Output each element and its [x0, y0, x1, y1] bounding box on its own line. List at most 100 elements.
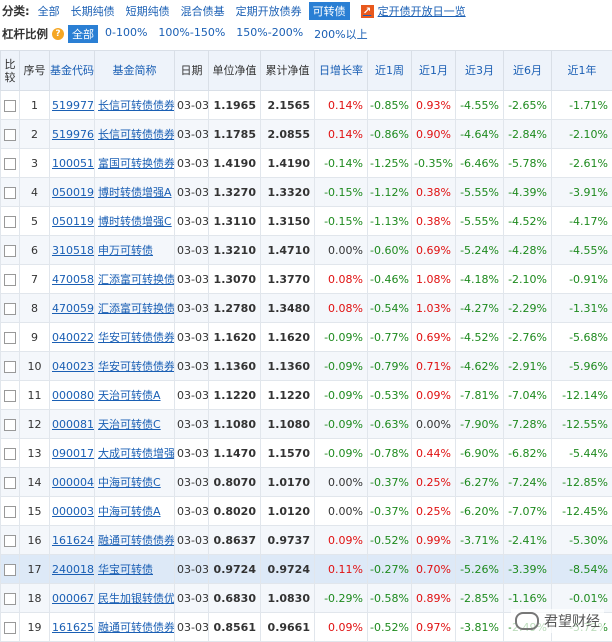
help-icon[interactable]: ? — [52, 28, 64, 40]
leverage-option[interactable]: 0-100% — [101, 25, 151, 43]
column-header[interactable]: 基金代码 — [50, 51, 95, 91]
6month-return-cell: -2.65% — [504, 91, 552, 120]
date-cell: 03-03 — [175, 149, 209, 178]
column-header[interactable]: 日增长率 — [315, 51, 368, 91]
fund-code-link[interactable]: 100051 — [52, 157, 94, 170]
daily-growth-cell: -0.29% — [315, 584, 368, 613]
fund-name-link[interactable]: 富国可转换债券 — [98, 157, 175, 170]
column-header[interactable]: 近1年 — [552, 51, 612, 91]
compare-checkbox[interactable] — [4, 129, 16, 141]
fund-code-link[interactable]: 000067 — [52, 592, 94, 605]
column-header: 累计净值 — [261, 51, 315, 91]
compare-checkbox[interactable] — [4, 274, 16, 286]
3month-return-cell: -5.55% — [456, 178, 504, 207]
leverage-option[interactable]: 150%-200% — [232, 25, 307, 43]
year-return-cell: -12.45% — [552, 497, 612, 526]
fund-name-link[interactable]: 华安可转债债券A — [98, 331, 175, 344]
compare-checkbox[interactable] — [4, 158, 16, 170]
compare-checkbox[interactable] — [4, 303, 16, 315]
category-option[interactable]: 全部 — [34, 2, 64, 20]
compare-checkbox[interactable] — [4, 564, 16, 576]
fund-code-link[interactable]: 240018 — [52, 563, 94, 576]
3month-return-cell: -4.52% — [456, 323, 504, 352]
fund-name-link[interactable]: 中海可转债C — [98, 476, 161, 489]
fund-name-link[interactable]: 申万可转债 — [98, 244, 153, 257]
6month-return-cell: -2.76% — [504, 323, 552, 352]
compare-checkbox[interactable] — [4, 506, 16, 518]
fund-name-link[interactable]: 天治可转债C — [98, 418, 161, 431]
fund-code-link[interactable]: 000004 — [52, 476, 94, 489]
leverage-option[interactable]: 100%-150% — [154, 25, 229, 43]
fund-code-link[interactable]: 040022 — [52, 331, 94, 344]
fund-code-link[interactable]: 470059 — [52, 302, 94, 315]
fund-code-cell: 470059 — [50, 294, 95, 323]
column-header[interactable]: 基金简称 — [95, 51, 175, 91]
compare-checkbox[interactable] — [4, 419, 16, 431]
column-header[interactable]: 近1周 — [368, 51, 412, 91]
open-day-link[interactable]: ↗ 定开债开放日一览 — [361, 3, 466, 19]
fund-code-link[interactable]: 161624 — [52, 534, 94, 547]
column-header[interactable]: 近3月 — [456, 51, 504, 91]
fund-name-link[interactable]: 汇添富可转换债券A — [98, 273, 175, 286]
fund-code-link[interactable]: 000080 — [52, 389, 94, 402]
fund-name-link[interactable]: 博时转债增强C — [98, 215, 172, 228]
fund-name-link[interactable]: 天治可转债A — [98, 389, 161, 402]
leverage-option[interactable]: 全部 — [68, 25, 98, 43]
compare-checkbox[interactable] — [4, 216, 16, 228]
6month-return-cell: -2.10% — [504, 265, 552, 294]
fund-name-link[interactable]: 长信可转债债券C — [98, 128, 175, 141]
fund-code-link[interactable]: 519977 — [52, 99, 94, 112]
date-cell: 03-03 — [175, 613, 209, 642]
fund-name-link[interactable]: 融通可转债债券 — [98, 534, 175, 547]
accum-nav-cell: 1.4710 — [261, 236, 315, 265]
fund-name-link[interactable]: 融通可转债债券 — [98, 621, 175, 634]
unit-nav-cell: 0.6830 — [209, 584, 261, 613]
category-option[interactable]: 定期开放债券 — [232, 2, 306, 20]
category-option[interactable]: 长期纯债 — [67, 2, 119, 20]
fund-name-cell: 融通可转债债券 — [95, 613, 175, 642]
accum-nav-cell: 0.9737 — [261, 526, 315, 555]
daily-growth-cell: 0.11% — [315, 555, 368, 584]
category-filter-bar: 分类: 全部长期纯债短期纯债混合债基定期开放债券可转债 ↗ 定开债开放日一览 — [0, 0, 612, 22]
leverage-option[interactable]: 200%以上 — [310, 25, 371, 43]
column-header[interactable]: 近1月 — [412, 51, 456, 91]
fund-code-link[interactable]: 000003 — [52, 505, 94, 518]
compare-checkbox[interactable] — [4, 477, 16, 489]
category-option[interactable]: 可转债 — [309, 2, 350, 20]
fund-code-link[interactable]: 161625 — [52, 621, 94, 634]
compare-checkbox[interactable] — [4, 332, 16, 344]
month-return-cell: 0.97% — [412, 613, 456, 642]
fund-code-link[interactable]: 470058 — [52, 273, 94, 286]
fund-name-link[interactable]: 华安可转债债券B — [98, 360, 175, 373]
3month-return-cell: -4.62% — [456, 352, 504, 381]
compare-checkbox[interactable] — [4, 245, 16, 257]
category-option[interactable]: 短期纯债 — [122, 2, 174, 20]
compare-checkbox[interactable] — [4, 100, 16, 112]
fund-code-link[interactable]: 050119 — [52, 215, 94, 228]
fund-name-link[interactable]: 博时转债增强A — [98, 186, 172, 199]
compare-checkbox[interactable] — [4, 361, 16, 373]
compare-checkbox[interactable] — [4, 622, 16, 634]
fund-code-link[interactable]: 040023 — [52, 360, 94, 373]
fund-code-link[interactable]: 519976 — [52, 128, 94, 141]
fund-code-link[interactable]: 310518 — [52, 244, 94, 257]
compare-checkbox[interactable] — [4, 187, 16, 199]
fund-name-link[interactable]: 民生加银转债优选 — [98, 592, 175, 605]
fund-name-link[interactable]: 华宝可转债 — [98, 563, 153, 576]
category-option[interactable]: 混合债基 — [177, 2, 229, 20]
fund-name-link[interactable]: 中海可转债A — [98, 505, 161, 518]
compare-checkbox[interactable] — [4, 535, 16, 547]
compare-checkbox[interactable] — [4, 448, 16, 460]
fund-name-link[interactable]: 大成可转债增强 — [98, 447, 175, 460]
fund-name-link[interactable]: 长信可转债债券A — [98, 99, 175, 112]
index-cell: 2 — [20, 120, 50, 149]
fund-code-link[interactable]: 050019 — [52, 186, 94, 199]
compare-checkbox[interactable] — [4, 593, 16, 605]
column-header[interactable]: 近6月 — [504, 51, 552, 91]
accum-nav-cell: 1.1360 — [261, 352, 315, 381]
fund-code-cell: 090017 — [50, 439, 95, 468]
fund-code-link[interactable]: 000081 — [52, 418, 94, 431]
compare-checkbox[interactable] — [4, 390, 16, 402]
fund-code-link[interactable]: 090017 — [52, 447, 94, 460]
fund-name-link[interactable]: 汇添富可转换债券C — [98, 302, 175, 315]
